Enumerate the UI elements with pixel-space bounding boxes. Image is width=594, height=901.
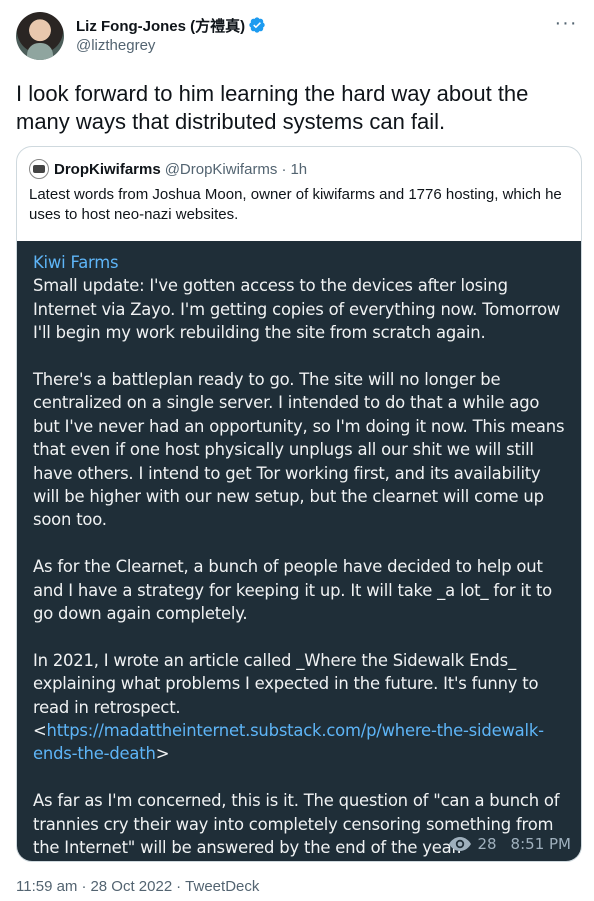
- telegram-message-time: 8:51 PM: [510, 835, 571, 853]
- telegram-screenshot-image[interactable]: Kiwi Farms Small update: I've gotten acc…: [17, 241, 581, 861]
- quoted-tweet-text: Latest words from Joshua Moon, owner of …: [29, 186, 562, 223]
- author-name-block[interactable]: Liz Fong-Jones (方禮真) @lizthegrey: [76, 15, 266, 54]
- telegram-message-meta: 28 8:51 PM: [449, 835, 571, 853]
- tweet-date[interactable]: 28 Oct 2022: [90, 878, 172, 895]
- quoted-author-handle: @DropKiwifarms: [164, 160, 278, 178]
- telegram-message: Kiwi Farms Small update: I've gotten acc…: [33, 251, 565, 861]
- quoted-tweet[interactable]: DropKiwifarms @DropKiwifarms · 1h Latest…: [16, 146, 582, 862]
- tweet-source[interactable]: TweetDeck: [185, 878, 259, 895]
- link-bracket-open: <: [33, 721, 47, 741]
- telegram-paragraph-with-link: In 2021, I wrote an article called _Wher…: [33, 649, 565, 766]
- eye-icon: [449, 837, 472, 851]
- view-count: 28: [477, 835, 497, 853]
- separator-dot: ·: [81, 878, 87, 895]
- telegram-channel-name: Kiwi Farms: [33, 253, 119, 272]
- telegram-link: https://madattheinternet.substack.com/p/…: [33, 721, 544, 764]
- tweet-text: I look forward to him learning the hard …: [16, 81, 529, 134]
- telegram-paragraph: Small update: I've gotten access to the …: [33, 276, 561, 343]
- verified-badge-icon: [249, 17, 265, 33]
- tweet-time[interactable]: 11:59 am: [16, 878, 77, 895]
- quoted-tweet-time: 1h: [290, 160, 308, 178]
- quoted-author-name: DropKiwifarms: [54, 160, 161, 178]
- link-bracket-close: >: [155, 744, 170, 764]
- separator-dot: ·: [281, 160, 287, 178]
- quoted-author-avatar: [29, 159, 49, 179]
- tweet-footer: 11:59 am · 28 Oct 2022 · TweetDeck: [16, 878, 263, 895]
- author-display-name[interactable]: Liz Fong-Jones (方禮真): [76, 15, 245, 36]
- telegram-paragraph: There's a battleplan ready to go. The si…: [33, 370, 565, 530]
- telegram-paragraph: As for the Clearnet, a bunch of people h…: [33, 557, 553, 624]
- author-avatar[interactable]: [16, 12, 64, 60]
- quoted-tweet-header: DropKiwifarms @DropKiwifarms · 1h: [29, 159, 307, 179]
- tweet-header: Liz Fong-Jones (方禮真) @lizthegrey ···: [16, 12, 578, 64]
- author-handle[interactable]: @lizthegrey: [76, 37, 266, 54]
- telegram-paragraph: In 2021, I wrote an article called _Wher…: [33, 650, 539, 717]
- separator-dot: ·: [176, 878, 182, 895]
- more-options-icon[interactable]: ···: [554, 13, 578, 36]
